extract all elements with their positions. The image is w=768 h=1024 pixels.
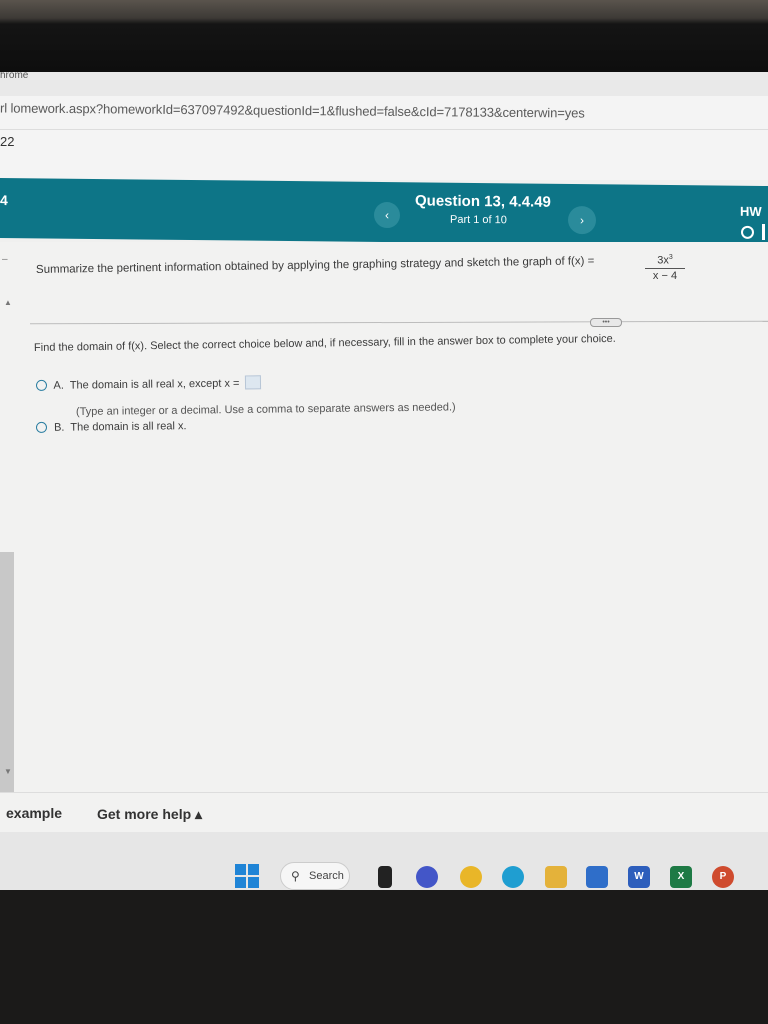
help-footer: example Get more help ▴ <box>0 792 768 832</box>
scroll-up-icon[interactable]: ▲ <box>4 298 12 307</box>
task-view-icon[interactable] <box>378 866 392 888</box>
teams-chat-icon[interactable] <box>416 866 438 888</box>
browser-title-bar: hrome <box>0 72 768 96</box>
monitor-bezel-top <box>0 0 768 72</box>
search-icon: ⚲ <box>291 869 300 883</box>
choice-a[interactable]: A. The domain is all real x, except x = <box>35 375 261 392</box>
hw-divider <box>762 223 765 241</box>
excel-icon[interactable]: X <box>670 866 692 888</box>
radio-a[interactable] <box>35 379 48 391</box>
chrome-icon[interactable] <box>460 866 482 888</box>
collapse-dash-icon[interactable]: ‒ <box>2 254 8 265</box>
choice-a-text: The domain is all real x, except x = <box>69 377 240 392</box>
choice-b-text: The domain is all real x. <box>70 420 187 434</box>
edge-icon[interactable] <box>502 866 524 888</box>
hw-score-label: HW <box>740 203 762 219</box>
radio-b[interactable] <box>35 421 48 433</box>
part-instruction: Find the domain of f(x). Select the corr… <box>33 332 616 354</box>
course-bar: 22 <box>0 130 768 180</box>
question-title: Question 13, 4.4.49 <box>415 192 551 211</box>
word-icon[interactable]: W <box>628 866 650 888</box>
scrollbar-track[interactable] <box>0 552 14 817</box>
section-divider <box>30 320 768 325</box>
choice-b[interactable]: B. The domain is all real x. <box>35 420 187 434</box>
choice-a-letter: A. <box>53 379 64 392</box>
next-question-button[interactable]: › <box>568 205 596 235</box>
header-number: 4 <box>0 192 8 209</box>
fraction-denominator: x − 4 <box>652 269 678 282</box>
question-part: Part 1 of 10 <box>450 213 507 227</box>
mail-icon[interactable] <box>586 866 608 888</box>
previous-question-button[interactable]: ‹ <box>374 201 400 229</box>
taskbar-search[interactable]: ⚲ Search <box>280 862 350 890</box>
screen: hrome rl lomework.aspx?homeworkId=637097… <box>0 72 768 890</box>
url-text[interactable]: rl lomework.aspx?homeworkId=637097492&qu… <box>0 100 585 120</box>
windows-start-icon[interactable] <box>235 864 259 888</box>
fraction-numerator: 3x3 <box>645 254 685 269</box>
answer-input-box[interactable] <box>244 375 261 390</box>
answer-hint: (Type an integer or a decimal. Use a com… <box>75 401 456 418</box>
powerpoint-icon[interactable]: P <box>712 866 734 888</box>
question-prompt: Summarize the pertinent information obta… <box>35 255 595 276</box>
choice-b-letter: B. <box>53 421 65 434</box>
view-example-button[interactable]: example <box>6 805 62 821</box>
course-bar-text: 22 <box>0 134 15 149</box>
hw-progress-icon <box>741 225 754 239</box>
windows-taskbar: ⚲ Search W X P <box>0 832 768 890</box>
scroll-down-icon[interactable]: ▼ <box>4 767 12 776</box>
function-fraction: 3x3 x − 4 <box>645 254 685 282</box>
address-bar[interactable]: rl lomework.aspx?homeworkId=637097492&qu… <box>0 96 768 130</box>
question-content: ‒ ▲ Summarize the pertinent information … <box>0 242 768 822</box>
more-options-button[interactable]: ••• <box>590 318 622 327</box>
monitor-bezel-bottom <box>0 890 768 1024</box>
taskbar-search-label: Search <box>309 870 344 882</box>
browser-app-name: hrome <box>0 72 29 81</box>
get-more-help-button[interactable]: Get more help ▴ <box>97 806 202 823</box>
file-explorer-icon[interactable] <box>545 866 567 888</box>
question-header: 4 ‹ Question 13, 4.4.49 Part 1 of 10 › H… <box>0 178 768 247</box>
